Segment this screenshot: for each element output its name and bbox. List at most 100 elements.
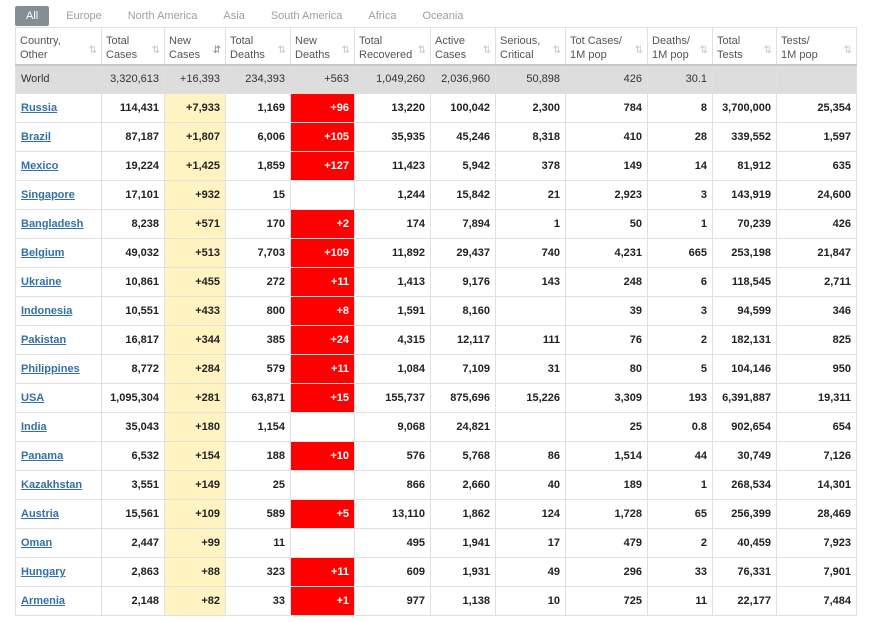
country-link[interactable]: Philippines — [21, 363, 80, 375]
data-cell: 2,863 — [101, 557, 165, 587]
data-cell: +24 — [290, 325, 355, 355]
country-link[interactable]: Armenia — [21, 595, 65, 607]
column-header[interactable]: Total Tests ⇅ — [712, 27, 777, 65]
data-cell: 1,591 — [354, 296, 431, 326]
data-cell — [290, 412, 355, 442]
sort-icon[interactable]: ⇅ — [844, 44, 852, 58]
data-cell: 1,049,260 — [354, 64, 431, 94]
country-link[interactable]: India — [21, 421, 47, 433]
data-cell: 25 — [565, 412, 648, 442]
country-link[interactable]: Bangladesh — [21, 218, 83, 230]
column-header[interactable]: Total Deaths ⇅ — [225, 27, 291, 65]
column-header[interactable]: Active Cases ⇅ — [430, 27, 496, 65]
table-row: India 35,043 +180 1,154 9,068 24,821 25 0.8 902,… — [15, 412, 857, 442]
country-link[interactable]: Mexico — [21, 160, 58, 172]
sort-icon[interactable]: ⇅ — [89, 44, 97, 58]
data-cell: 149 — [565, 151, 648, 181]
column-header[interactable]: Total Cases ⇅ — [101, 27, 165, 65]
sort-icon[interactable]: ⇅ — [152, 44, 160, 58]
column-header[interactable]: Tests/1M pop ⇅ — [776, 27, 857, 65]
data-cell: 10,551 — [101, 296, 165, 326]
tab-europe[interactable]: Europe — [57, 6, 110, 26]
column-header[interactable]: Serious, Critical ⇅ — [495, 27, 566, 65]
country-link[interactable]: USA — [21, 392, 44, 404]
data-cell: 3 — [647, 296, 713, 326]
sort-icon[interactable]: ⇅ — [278, 44, 286, 58]
country-link[interactable]: Austria — [21, 508, 59, 520]
table-row: Belgium 49,032 +513 7,703 +109 11,892 29,437 74… — [15, 238, 857, 268]
data-cell: 2 — [647, 528, 713, 558]
tab-oceania[interactable]: Oceania — [414, 6, 473, 26]
country-cell: Indonesia — [15, 296, 102, 326]
data-cell: 296 — [565, 557, 648, 587]
column-header-line2: Other — [20, 49, 48, 61]
data-cell: 7,923 — [776, 528, 857, 558]
sort-icon[interactable]: ⇅ — [342, 44, 350, 58]
data-cell: 189 — [565, 470, 648, 500]
column-header[interactable]: Deaths/1M pop ⇅ — [647, 27, 713, 65]
sort-icon[interactable]: ⇅ — [418, 44, 426, 58]
table-row: Philippines 8,772 +284 579 +11 1,084 7,109 31 80… — [15, 354, 857, 384]
country-link[interactable]: Panama — [21, 450, 63, 462]
data-cell: 6,391,887 — [712, 383, 777, 413]
country-link[interactable]: Brazil — [21, 131, 51, 143]
data-cell: +344 — [164, 325, 226, 355]
country-link[interactable]: Kazakhstan — [21, 479, 82, 491]
table-row: Armenia 2,148 +82 33 +1 977 1,138 10 725 11 22,177… — [15, 586, 857, 616]
data-cell: 14 — [647, 151, 713, 181]
sort-icon[interactable]: ⇅ — [553, 44, 561, 58]
data-cell: +11 — [290, 354, 355, 384]
table-row: USA 1,095,304 +281 63,871 +15 155,737 875,696 1… — [15, 383, 857, 413]
data-cell: 875,696 — [430, 383, 496, 413]
sort-icon[interactable]: ⇅ — [700, 44, 708, 58]
data-cell: 7,703 — [225, 238, 291, 268]
sort-icon[interactable]: ⇵ — [213, 44, 221, 58]
country-link[interactable]: Pakistan — [21, 334, 66, 346]
data-cell: 33 — [225, 586, 291, 616]
data-cell: 5,768 — [430, 441, 496, 471]
data-cell: 495 — [354, 528, 431, 558]
sort-icon[interactable]: ⇅ — [764, 44, 772, 58]
table-row: Mexico 19,224 +1,425 1,859 +127 11,423 5,942 37… — [15, 151, 857, 181]
data-cell: 22,177 — [712, 586, 777, 616]
data-cell — [290, 470, 355, 500]
data-cell: 6,006 — [225, 122, 291, 152]
column-header[interactable]: Tot Cases/1M pop ⇅ — [565, 27, 648, 65]
column-header[interactable]: Total Recovered ⇅ — [354, 27, 431, 65]
data-cell: 479 — [565, 528, 648, 558]
data-cell: 1,862 — [430, 499, 496, 529]
country-link[interactable]: Belgium — [21, 247, 64, 259]
data-cell — [712, 64, 777, 94]
data-cell: 784 — [565, 93, 648, 123]
tab-north-america[interactable]: North America — [119, 6, 207, 26]
tab-south-america[interactable]: South America — [262, 6, 352, 26]
data-cell: 866 — [354, 470, 431, 500]
country-link[interactable]: Hungary — [21, 566, 66, 578]
column-header-line2: 1M pop — [781, 49, 818, 61]
country-link[interactable]: Oman — [21, 537, 52, 549]
column-header[interactable]: New Deaths ⇅ — [290, 27, 355, 65]
data-cell: 143 — [495, 267, 566, 297]
sort-icon[interactable]: ⇅ — [483, 44, 491, 58]
country-link[interactable]: Singapore — [21, 189, 75, 201]
country-link[interactable]: Russia — [21, 102, 57, 114]
sort-icon[interactable]: ⇅ — [635, 44, 643, 58]
column-header[interactable]: New Cases ⇵ — [164, 27, 226, 65]
tab-all[interactable]: All — [15, 6, 50, 26]
table-row: Singapore 17,101 +932 15 1,244 15,842 21 2,923 3… — [15, 180, 857, 210]
data-cell: 49 — [495, 557, 566, 587]
country-link[interactable]: Ukraine — [21, 276, 61, 288]
tab-africa[interactable]: Africa — [359, 6, 405, 26]
data-cell: 70,239 — [712, 209, 777, 239]
data-cell: 11,423 — [354, 151, 431, 181]
country-cell: Brazil — [15, 122, 102, 152]
data-cell: 76 — [565, 325, 648, 355]
data-cell: 193 — [647, 383, 713, 413]
data-cell: 385 — [225, 325, 291, 355]
tab-asia[interactable]: Asia — [214, 6, 253, 26]
column-header-line2: 1M pop — [570, 49, 607, 61]
column-header[interactable]: Country, Other ⇅ — [15, 27, 102, 65]
country-link[interactable]: Indonesia — [21, 305, 72, 317]
data-cell: 3,700,000 — [712, 93, 777, 123]
data-cell: 800 — [225, 296, 291, 326]
